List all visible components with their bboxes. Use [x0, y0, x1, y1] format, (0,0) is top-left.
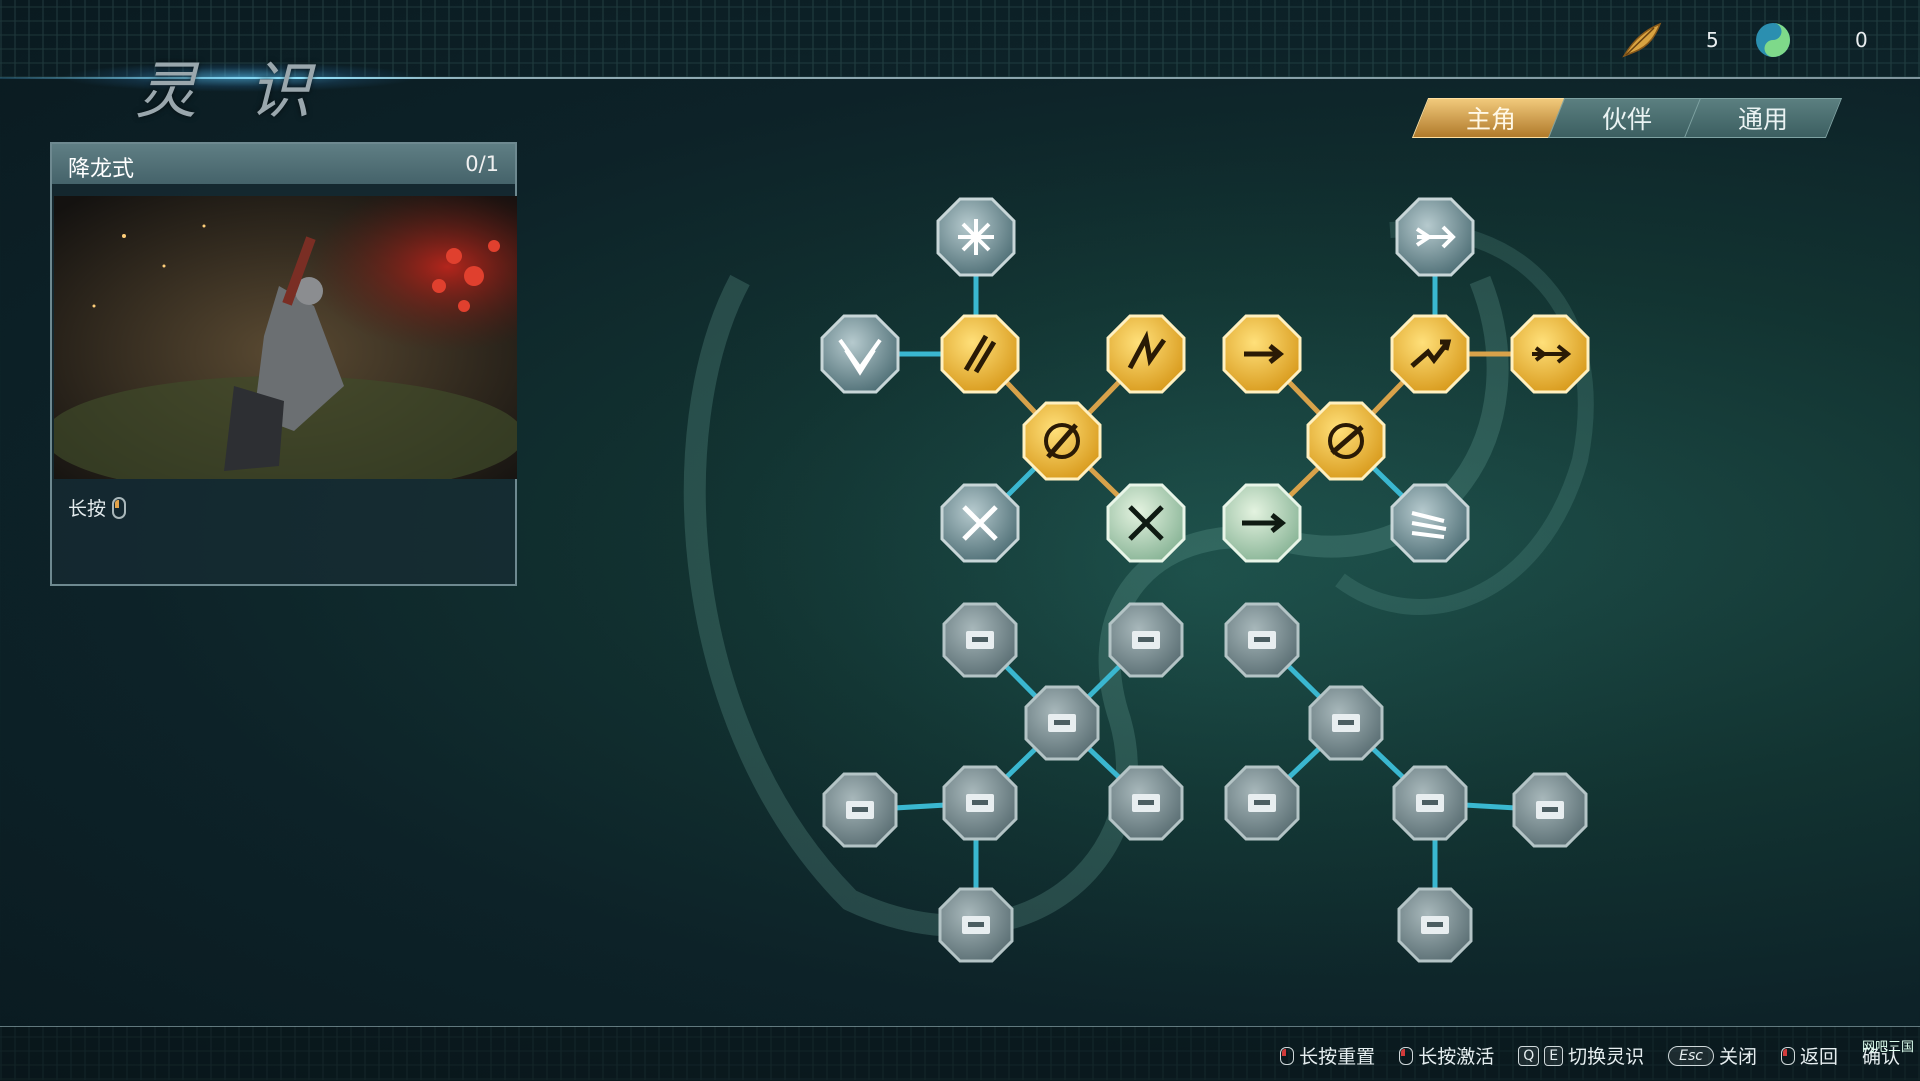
- hint-label: 长按重置: [1299, 1046, 1376, 1068]
- skill-node-gold-center-left[interactable]: [1022, 401, 1102, 481]
- control-hints: 长按重置 长按激活 Q E 切换灵识 Esc 关闭 返回 确认: [1280, 1042, 1900, 1069]
- locked-node[interactable]: [1224, 602, 1300, 678]
- skill-node-steel-5[interactable]: [1390, 483, 1470, 563]
- feather-count: 5: [1706, 28, 1719, 52]
- hint-reset[interactable]: 长按重置: [1280, 1042, 1375, 1069]
- page-title: 灵 识: [135, 54, 327, 127]
- skill-node-steel-1[interactable]: [936, 197, 1016, 277]
- skill-node-gold-2[interactable]: [1106, 314, 1186, 394]
- skill-tree: [640, 140, 1760, 1000]
- skill-node-gold-5[interactable]: [1510, 314, 1590, 394]
- skill-node-gold-4[interactable]: [1390, 314, 1470, 394]
- skill-node-gold-1[interactable]: [940, 314, 1020, 394]
- hint-label: 关闭: [1718, 1046, 1757, 1068]
- skill-preview-image: [54, 196, 517, 479]
- locked-node[interactable]: [1392, 765, 1468, 841]
- watermark: 网吧三国: [1861, 1040, 1914, 1055]
- hint-label: 返回: [1799, 1046, 1838, 1068]
- burst-icon: [958, 219, 994, 255]
- skill-node-steel-2[interactable]: [820, 314, 900, 394]
- skill-detail-header: 降龙式 0/1: [52, 144, 515, 184]
- esc-key-icon: Esc: [1668, 1045, 1714, 1066]
- hint-switch[interactable]: Q E 切换灵识: [1518, 1042, 1644, 1069]
- skill-node-gold-3[interactable]: [1222, 314, 1302, 394]
- locked-node[interactable]: [1512, 772, 1588, 848]
- skill-progress: 0/1: [465, 152, 499, 176]
- locked-node[interactable]: [1108, 602, 1184, 678]
- hold-label: 长按: [68, 498, 107, 520]
- q-key-icon: Q: [1518, 1045, 1540, 1066]
- hold-instruction: 长按: [68, 494, 127, 521]
- mouse-icon: [1399, 1046, 1414, 1065]
- yin-yang-orb-icon: [1756, 23, 1790, 57]
- locked-node[interactable]: [1108, 765, 1184, 841]
- skill-node-mint-2[interactable]: [1222, 483, 1302, 563]
- hint-label: 长按激活: [1418, 1046, 1495, 1068]
- hint-back[interactable]: 返回: [1780, 1042, 1838, 1069]
- hint-label: 切换灵识: [1568, 1046, 1645, 1068]
- skill-detail-panel: 降龙式 0/1 长按: [50, 142, 517, 586]
- mouse-icon: [112, 496, 127, 519]
- locked-node[interactable]: [1224, 765, 1300, 841]
- locked-node[interactable]: [942, 602, 1018, 678]
- locked-node[interactable]: [1024, 685, 1100, 761]
- map-island: [640, 140, 1760, 1000]
- locked-node[interactable]: [938, 887, 1014, 963]
- skill-node-mint-1[interactable]: [1106, 483, 1186, 563]
- skill-name: 降龙式: [68, 157, 135, 182]
- locked-node[interactable]: [1308, 685, 1384, 761]
- skill-node-steel-4[interactable]: [1395, 197, 1475, 277]
- skill-node-steel-3[interactable]: [940, 483, 1020, 563]
- mouse-icon: [1280, 1046, 1295, 1065]
- locked-node[interactable]: [942, 765, 1018, 841]
- locked-node[interactable]: [1397, 887, 1473, 963]
- locked-node[interactable]: [822, 772, 898, 848]
- orb-count: 0: [1855, 28, 1868, 52]
- mouse-icon: [1780, 1046, 1795, 1065]
- skill-node-gold-center-right[interactable]: [1306, 401, 1386, 481]
- hint-close[interactable]: Esc 关闭: [1668, 1042, 1757, 1069]
- e-key-icon: E: [1544, 1045, 1564, 1066]
- feather-icon: [1622, 22, 1662, 58]
- hint-activate[interactable]: 长按激活: [1399, 1042, 1494, 1069]
